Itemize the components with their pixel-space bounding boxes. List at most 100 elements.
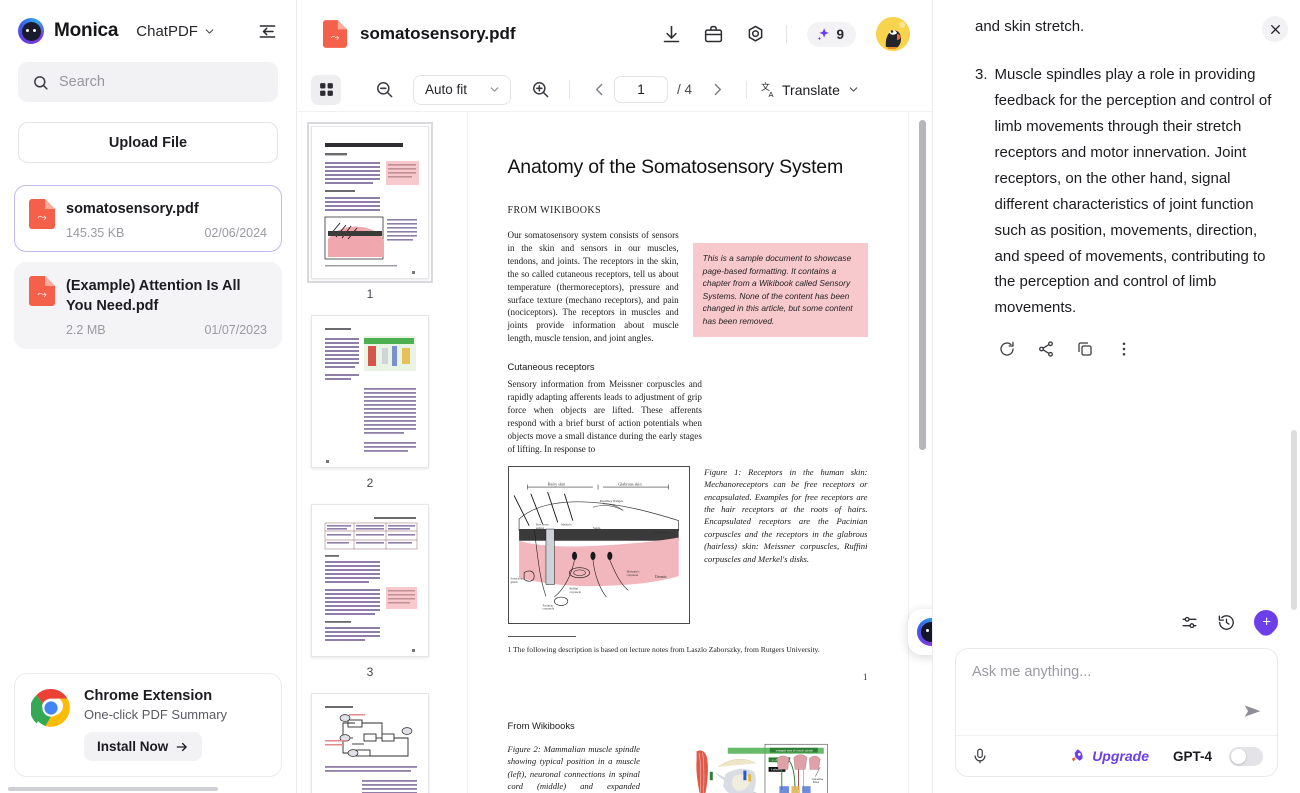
chat-panel: and skin stretch. 3. Muscle spindles pla… [932,0,1300,793]
copy-button[interactable] [1075,339,1094,358]
page-viewport[interactable]: Anatomy of the Somatosensory System From… [443,112,932,793]
thumbnail-item[interactable]: 2 [311,315,429,504]
thumbnail-page-2[interactable] [311,315,429,468]
file-item-somatosensory[interactable]: ⤳ somatosensory.pdf 145.35 KB 02/06/2024 [14,185,282,252]
message-list-item: 3. Muscle spindles play a role in provid… [975,62,1274,321]
chat-messages: and skin stretch. 3. Muscle spindles pla… [933,0,1300,610]
sidebar-horizontal-scrollbar[interactable] [8,787,218,791]
svg-text:ending: ending [535,526,544,530]
thumbnail-page-number: 1 [366,287,374,301]
send-button[interactable] [1242,701,1263,727]
svg-text:Glabrous skin: Glabrous skin [618,481,642,486]
page-number-input[interactable] [614,76,668,103]
search-input[interactable]: Search [18,62,278,102]
zoom-level-select[interactable]: Auto fit [413,74,511,105]
message-continuation-text: and skin stretch. [975,18,1085,35]
chevron-down-icon [205,28,214,34]
chat-history-button[interactable] [1217,613,1236,632]
toolbox-button[interactable] [702,23,724,45]
share-button[interactable] [1036,339,1055,358]
composer-bottom-bar: Upgrade GPT-4 [956,735,1277,776]
product-selector[interactable]: ChatPDF [136,23,216,40]
svg-text:Hairy skin: Hairy skin [547,481,565,486]
more-options-button[interactable] [1114,339,1133,358]
zoom-level-value: Auto fit [425,82,468,97]
zoom-out-button[interactable] [369,75,399,105]
thumbnail-page-number: 2 [366,476,374,490]
thumbnail-item[interactable]: 4 [311,693,429,793]
chat-settings-button[interactable] [1180,613,1199,632]
zoom-in-button[interactable] [525,75,555,105]
sample-note-box: This is a sample document to showcase pa… [692,243,868,337]
regenerate-icon [999,341,1014,356]
thumbnail-page-1[interactable] [307,122,433,283]
thumbnail-sidebar[interactable]: 1 2 3 [297,112,443,793]
thumbnail-toggle-button[interactable] [311,74,341,105]
file-size: 2.2 MB [66,323,106,337]
new-chat-button[interactable]: + [1249,605,1283,639]
regenerate-button[interactable] [997,339,1016,358]
list-item-text: Muscle spindles play a role in providing… [994,65,1272,317]
chat-input[interactable]: Ask me anything... [956,649,1277,735]
download-button[interactable] [660,23,682,45]
sidebar: Monica ChatPDF Search Upload File ⤳ soma… [0,0,297,793]
thumbnail-page-3[interactable] [311,504,429,657]
thumbnail-page-number: 3 [366,665,374,679]
avatar[interactable] [876,17,910,51]
thumbnail-page-4[interactable] [311,693,429,793]
sparkle-icon [818,27,830,40]
figure2-caption: Figure 2: Mammalian muscle spindle showi… [507,743,640,791]
upgrade-button[interactable]: Upgrade [1069,748,1149,765]
figure2-image: enlarged view of muscle spindle γ - A II… [654,742,868,793]
document-header: ⤳ somatosensory.pdf 9 [297,0,932,68]
thumbnail-item[interactable]: 1 [307,122,433,315]
pdf-viewer-panel: ⤳ somatosensory.pdf 9 Auto fit 1 / 4 文 A… [297,0,932,793]
search-icon [34,75,48,90]
previous-page-button[interactable] [584,75,614,105]
page-title: somatosensory.pdf [360,24,516,43]
sidebar-header: Monica ChatPDF [0,0,296,56]
model-toggle[interactable] [1229,746,1263,766]
avatar-puffin-icon [876,17,910,51]
header-divider [786,25,788,43]
thumbnail-item[interactable]: 3 [311,504,429,693]
file-name: (Example) Attention Is All You Need.pdf [66,278,241,314]
intro-columns: Our somatosensory system consists of sen… [508,229,868,345]
monica-floating-button[interactable] [908,609,932,655]
document-source: From Wikibooks [507,205,601,216]
file-date: 02/06/2024 [204,226,267,240]
install-now-button[interactable]: Install Now [84,732,203,761]
svg-text:corpuscle: corpuscle [569,589,581,593]
toolbar-divider [569,80,570,99]
svg-text:⤳: ⤳ [37,210,47,224]
collapse-sidebar-button[interactable] [254,18,280,44]
file-item-meta: (Example) Attention Is All You Need.pdf … [66,276,267,337]
pdf-body: 1 2 3 Anatomy of the Somatosensory Syste… [297,112,932,793]
share-icon [1038,341,1053,357]
settings-button[interactable] [744,23,766,45]
pdf-vertical-scrollbar[interactable] [919,120,926,450]
pdf-page-1: Anatomy of the Somatosensory System From… [467,112,908,793]
figure1-caption: Figure 1: Receptors in the human skin: M… [704,466,868,564]
svg-text:corpuscle: corpuscle [542,606,554,610]
svg-text:enlarged view of muscle spindl: enlarged view of muscle spindle [776,748,814,752]
chat-footer-tools: + [955,605,1283,648]
chrome-logo-icon [31,688,70,727]
close-chat-button[interactable] [1262,16,1288,42]
voice-input-button[interactable] [970,747,989,766]
history-icon [1218,614,1234,630]
next-page-button[interactable] [702,75,732,105]
credits-badge[interactable]: 9 [807,21,856,47]
translate-button[interactable]: 文A Translate [761,81,860,99]
file-item-attention[interactable]: ⤳ (Example) Attention Is All You Need.pd… [14,262,282,349]
chat-vertical-scrollbar[interactable] [1291,430,1297,610]
chrome-extension-card: Chrome Extension One-click PDF Summary I… [14,673,282,777]
chevron-left-icon [595,83,602,96]
svg-text:tissue: tissue [813,781,820,784]
svg-text:⤳: ⤳ [37,287,47,301]
header-actions: 9 [660,17,910,51]
document-title: Anatomy of the Somatosensory System [507,156,844,178]
chevron-down-icon [849,87,858,92]
section-body: Sensory information from Meissner corpus… [507,379,702,454]
upload-file-button[interactable]: Upload File [18,122,278,163]
